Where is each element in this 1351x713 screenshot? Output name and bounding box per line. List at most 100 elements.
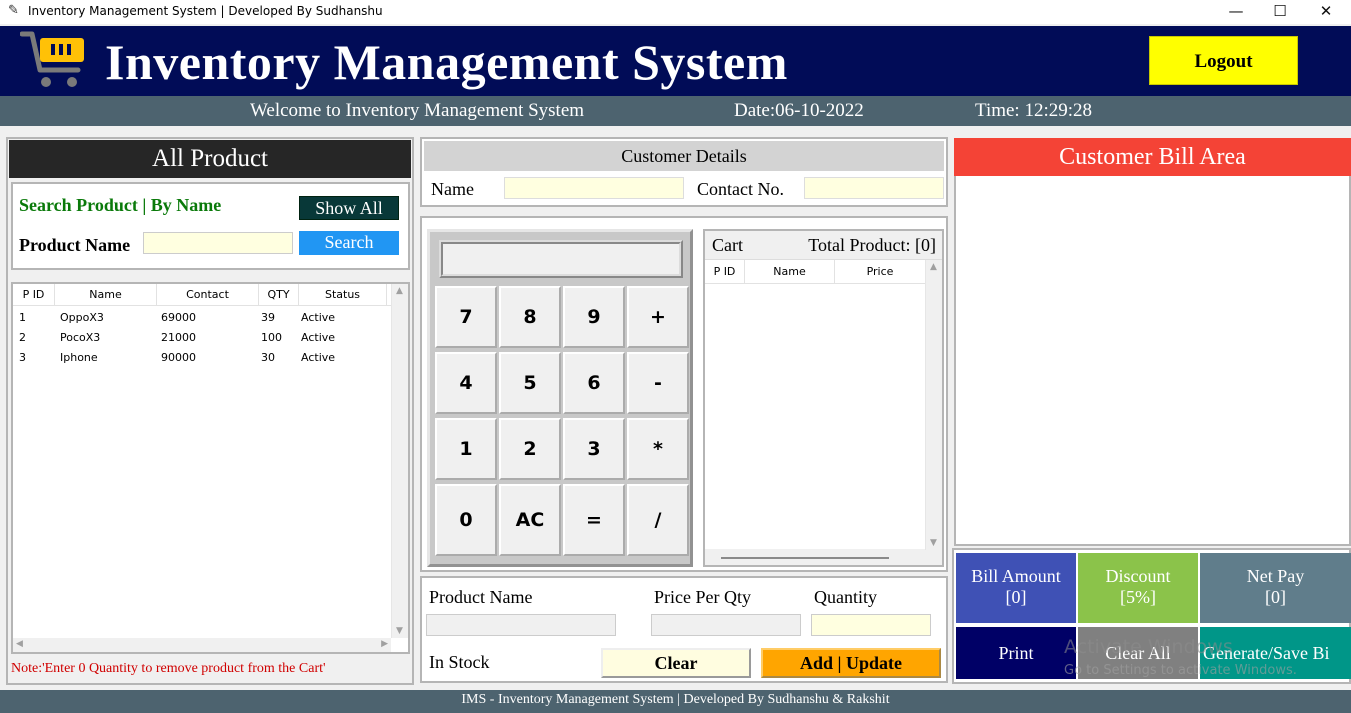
product-name-search-input[interactable] — [143, 232, 293, 254]
date-text: Date:06-10-2022 — [734, 100, 864, 121]
calc-button-6[interactable]: 6 — [563, 352, 625, 414]
calc-button-multiply[interactable]: * — [627, 418, 689, 480]
cell-status: Active — [301, 331, 336, 344]
cell-contact: 69000 — [161, 311, 196, 324]
window-title-bar: ✎ Inventory Management System | Develope… — [0, 0, 1351, 24]
calc-button-divide[interactable]: / — [627, 484, 689, 556]
cell-qty: 100 — [261, 331, 282, 344]
cart-column-pid[interactable]: P ID — [705, 260, 745, 284]
calc-button-9[interactable]: 9 — [563, 286, 625, 348]
calc-button-4[interactable]: 4 — [435, 352, 497, 414]
column-header-qty[interactable]: QTY — [259, 284, 299, 306]
scroll-down-icon[interactable]: ▼ — [396, 626, 403, 636]
cell-name: PocoX3 — [60, 331, 101, 344]
clear-button[interactable]: Clear — [601, 648, 751, 678]
cell-name: OppoX3 — [60, 311, 104, 324]
cart-table: P ID Name Price ▲ ▼ — [705, 259, 942, 550]
add-update-button[interactable]: Add | Update — [761, 648, 941, 678]
cart-table-header: P ID Name Price — [705, 260, 925, 284]
quantity-input[interactable] — [811, 614, 931, 636]
search-product-box: Search Product | By Name Show All Produc… — [11, 182, 410, 270]
price-per-qty-input[interactable] — [651, 614, 801, 636]
search-button[interactable]: Search — [299, 231, 399, 255]
scroll-up-icon[interactable]: ▲ — [930, 262, 937, 272]
window-title: Inventory Management System | Developed … — [28, 4, 383, 18]
all-product-title: All Product — [9, 140, 411, 178]
calculator-display[interactable] — [439, 240, 683, 278]
calc-button-5[interactable]: 5 — [499, 352, 561, 414]
scroll-down-icon[interactable]: ▼ — [930, 538, 937, 548]
calc-button-1[interactable]: 1 — [435, 418, 497, 480]
customer-contact-input[interactable] — [804, 177, 944, 199]
discount-value: [5%] — [1120, 587, 1156, 607]
column-header-contact[interactable]: Contact — [157, 284, 259, 306]
calculator: 7 8 9 + 4 5 6 - 1 2 3 * 0 AC = / — [427, 229, 693, 567]
calc-button-plus[interactable]: + — [627, 286, 689, 348]
cart-note: Note:'Enter 0 Quantity to remove product… — [11, 661, 326, 676]
column-header-pid[interactable]: P ID — [13, 284, 55, 306]
cell-qty: 30 — [261, 351, 275, 364]
in-stock-label: In Stock — [429, 652, 490, 672]
calc-button-3[interactable]: 3 — [563, 418, 625, 480]
scroll-right-icon[interactable]: ▶ — [381, 639, 388, 649]
quantity-label: Quantity — [814, 587, 877, 607]
table-row[interactable]: 3 Iphone 90000 30 Active — [13, 348, 391, 368]
price-per-qty-label: Price Per Qty — [654, 587, 751, 607]
product-table: P ID Name Contact QTY Status 1 OppoX3 69… — [11, 282, 410, 654]
customer-bill-text-area[interactable] — [954, 176, 1351, 546]
calc-button-2[interactable]: 2 — [499, 418, 561, 480]
bill-amount-label: Bill Amount — [971, 566, 1061, 586]
discount-label: Discount — [1105, 566, 1171, 586]
cell-status: Active — [301, 311, 336, 324]
product-name-label: Product Name — [19, 235, 131, 255]
cell-contact: 21000 — [161, 331, 196, 344]
close-icon[interactable]: ✕ — [1303, 0, 1349, 24]
clear-all-button[interactable]: Clear All — [1078, 627, 1198, 679]
calc-button-8[interactable]: 8 — [499, 286, 561, 348]
customer-details-title: Customer Details — [424, 141, 944, 171]
table-row[interactable]: 2 PocoX3 21000 100 Active — [13, 328, 391, 348]
minimize-icon[interactable]: — — [1213, 0, 1259, 24]
cell-pid: 1 — [19, 311, 26, 324]
product-table-horizontal-scrollbar[interactable]: ◀ ▶ — [13, 638, 391, 652]
show-all-button[interactable]: Show All — [299, 196, 399, 220]
calc-button-minus[interactable]: - — [627, 352, 689, 414]
scroll-up-icon[interactable]: ▲ — [396, 286, 403, 296]
maximize-icon[interactable]: ☐ — [1257, 0, 1303, 24]
cart-column-name[interactable]: Name — [745, 260, 835, 284]
customer-name-label: Name — [431, 179, 474, 199]
customer-contact-label: Contact No. — [697, 179, 784, 199]
customer-bill-title: Customer Bill Area — [954, 138, 1351, 176]
cart-horizontal-scrollbar[interactable] — [721, 557, 889, 559]
bill-amount-tile: Bill Amount [0] — [956, 553, 1076, 623]
cart-column-price[interactable]: Price — [835, 260, 925, 284]
time-text: Time: 12:29:28 — [975, 100, 1093, 121]
cell-contact: 90000 — [161, 351, 196, 364]
print-button[interactable]: Print — [956, 627, 1076, 679]
logout-button[interactable]: Logout — [1149, 36, 1298, 85]
calc-button-0[interactable]: 0 — [435, 484, 497, 556]
calc-button-7[interactable]: 7 — [435, 286, 497, 348]
calc-button-equals[interactable]: = — [563, 484, 625, 556]
cell-pid: 2 — [19, 331, 26, 344]
generate-save-bill-button[interactable]: Generate/Save Bi — [1200, 627, 1351, 679]
app-footer: IMS - Inventory Management System | Deve… — [0, 690, 1351, 713]
cell-name: Iphone — [60, 351, 98, 364]
cell-pid: 3 — [19, 351, 26, 364]
cart-panel: Cart Total Product: [0] P ID Name Price … — [703, 229, 944, 567]
cart-vertical-scrollbar[interactable]: ▲ ▼ — [925, 260, 942, 550]
cell-status: Active — [301, 351, 336, 364]
column-header-name[interactable]: Name — [55, 284, 157, 306]
column-header-status[interactable]: Status — [299, 284, 387, 306]
product-table-vertical-scrollbar[interactable]: ▲ ▼ — [391, 284, 408, 638]
calc-button-clear[interactable]: AC — [499, 484, 561, 556]
selected-product-name-input[interactable] — [426, 614, 616, 636]
cell-qty: 39 — [261, 311, 275, 324]
status-bar: Welcome to Inventory Management System D… — [0, 96, 1351, 126]
table-row[interactable]: 1 OppoX3 69000 39 Active — [13, 308, 391, 328]
scroll-left-icon[interactable]: ◀ — [16, 639, 23, 649]
cart-title: Cart — [712, 235, 743, 255]
customer-details-panel: Customer Details Name Contact No. — [420, 137, 948, 207]
cart-total-products: Total Product: [0] — [808, 235, 936, 255]
customer-name-input[interactable] — [504, 177, 684, 199]
